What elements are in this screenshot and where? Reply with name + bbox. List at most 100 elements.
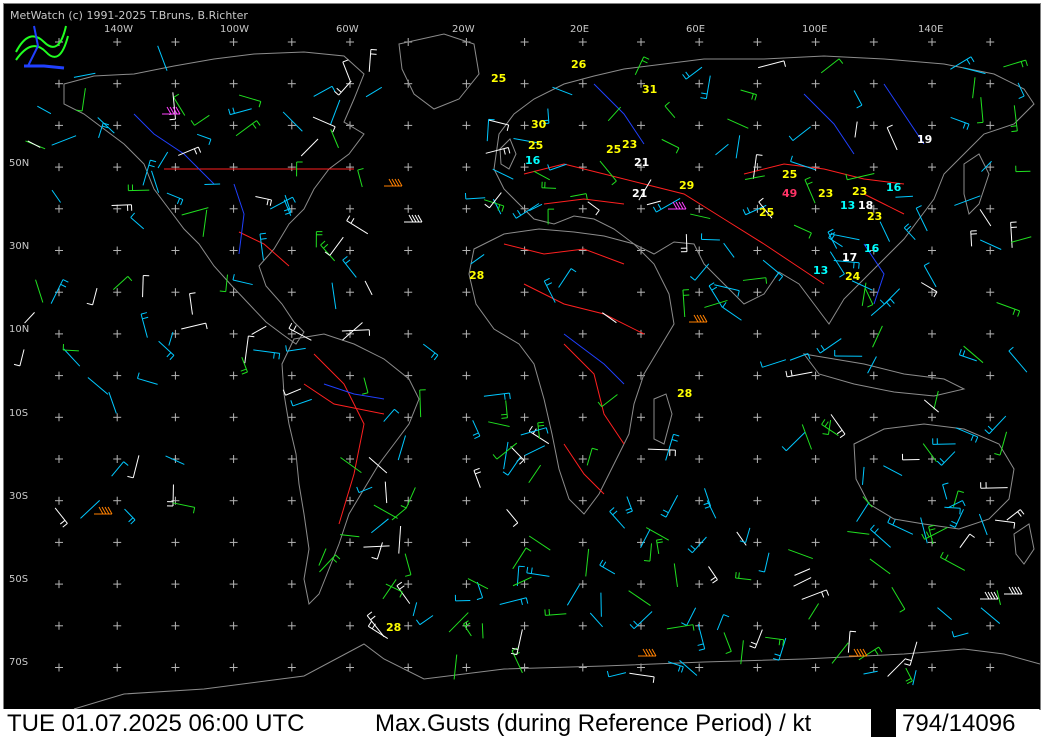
- wind-barb: [854, 121, 858, 138]
- wind-barb: [232, 274, 253, 286]
- wind-barb: [923, 399, 939, 413]
- wind-barb: [1010, 236, 1032, 243]
- grid-cross: [346, 371, 354, 380]
- coastline-new-zealand: [1013, 523, 1035, 565]
- grid-cross: [171, 538, 180, 547]
- wind-barb: [977, 97, 984, 124]
- wind-barb: [463, 620, 472, 637]
- grid-cross: [811, 455, 820, 463]
- wind-barb: [140, 312, 149, 338]
- grid-cross: [869, 663, 878, 672]
- wind-barb: [340, 457, 362, 474]
- grid-cross: [462, 413, 471, 422]
- wind-barb: [962, 67, 986, 75]
- grid-cross: [229, 663, 238, 672]
- wind-barb: [341, 329, 371, 336]
- gust-value: 31: [642, 83, 657, 96]
- latitude-labels: 50N 30N 10N 10S 30S 50S 70S: [9, 158, 29, 668]
- grid-cross: [346, 246, 354, 255]
- grid-cross: [869, 163, 878, 172]
- grid-cross: [986, 413, 995, 422]
- wind-barb: [765, 636, 785, 646]
- grid-cross: [986, 538, 995, 547]
- wind-barb: [342, 255, 357, 278]
- grid-cross: [229, 621, 238, 630]
- wind-barb: [602, 312, 617, 324]
- grid-cross: [986, 204, 995, 213]
- grid-cross: [520, 371, 529, 380]
- wind-barb: [384, 481, 388, 504]
- wind-barb: [883, 465, 903, 476]
- grid-cross: [520, 621, 529, 630]
- wind-barb: [13, 349, 25, 367]
- coastline-indonesia: [802, 353, 966, 397]
- country-borders: [164, 163, 905, 525]
- grid-cross: [753, 496, 762, 505]
- grid-cross: [695, 163, 704, 172]
- wind-barb: [158, 340, 175, 361]
- grid-cross: [695, 288, 704, 297]
- grid-cross: [811, 121, 820, 130]
- grid-cross: [637, 496, 645, 505]
- wind-barb: [722, 302, 742, 321]
- grid-cross: [287, 288, 296, 297]
- longitude-label: 20E: [570, 24, 589, 35]
- wind-barb: [524, 445, 546, 456]
- wind-barb: [609, 507, 626, 529]
- wind-barb: [282, 111, 303, 132]
- wind-barb: [994, 431, 1008, 456]
- grid-cross: [462, 538, 471, 547]
- grid-cross: [928, 163, 936, 172]
- grid-cross: [55, 329, 63, 338]
- wind-barb: [587, 201, 600, 216]
- wind-barb: [1017, 82, 1025, 100]
- wind-barb: [62, 344, 79, 352]
- wind-barb: [204, 183, 221, 186]
- grid-cross: [113, 246, 122, 255]
- wind-barb: [472, 420, 481, 439]
- grid-cross: [520, 121, 529, 130]
- wind-barb: [708, 566, 718, 584]
- gust-value: 16: [525, 154, 541, 167]
- wind-barb: [646, 200, 662, 206]
- grid-cross: [404, 163, 413, 172]
- grid-cross: [986, 580, 995, 589]
- copyright-text: MetWatch (c) 1991-2025 T.Bruns, B.Richte…: [10, 9, 248, 22]
- wind-barb: [978, 513, 988, 536]
- coastline-eurasia: [493, 55, 1035, 325]
- grid-cross: [695, 413, 704, 422]
- grid-cross: [637, 455, 645, 463]
- grid-cross: [113, 38, 122, 46]
- wind-barb: [933, 390, 939, 410]
- wind-barb: [801, 424, 813, 450]
- wind-barb: [661, 138, 680, 154]
- gust-value: 28: [677, 387, 692, 400]
- wind-barb: [398, 525, 402, 554]
- wind-barb: [331, 282, 337, 310]
- wind-barb: [932, 438, 956, 445]
- grid-cross: [171, 121, 180, 130]
- wind-barb: [238, 94, 262, 108]
- grid-cross: [578, 329, 587, 338]
- grid-cross: [462, 371, 471, 380]
- world-map[interactable]: 140W 100W 60W 20W 20E 60E 100E 140E 50N 30N 10N 10…: [3, 3, 1041, 710]
- wind-barb: [599, 559, 616, 575]
- grid-cross: [520, 329, 529, 338]
- grid-cross: [986, 496, 995, 505]
- wind-barb: [50, 279, 69, 304]
- wind-barb: [801, 589, 830, 600]
- grid-cross: [753, 288, 762, 297]
- grid-cross: [113, 621, 122, 630]
- grid-cross: [753, 580, 762, 589]
- wind-barb: [905, 667, 913, 685]
- grid-cross: [171, 413, 180, 422]
- grid-cross: [287, 38, 296, 46]
- grid-cross: [637, 580, 645, 589]
- grid-cross: [520, 79, 529, 88]
- wind-barb: [739, 527, 751, 543]
- latitude-label: 50N: [9, 158, 29, 169]
- grid-cross: [811, 329, 820, 338]
- grid-cross: [55, 496, 63, 505]
- wind-barb: [606, 670, 627, 678]
- grid-cross: [869, 38, 878, 46]
